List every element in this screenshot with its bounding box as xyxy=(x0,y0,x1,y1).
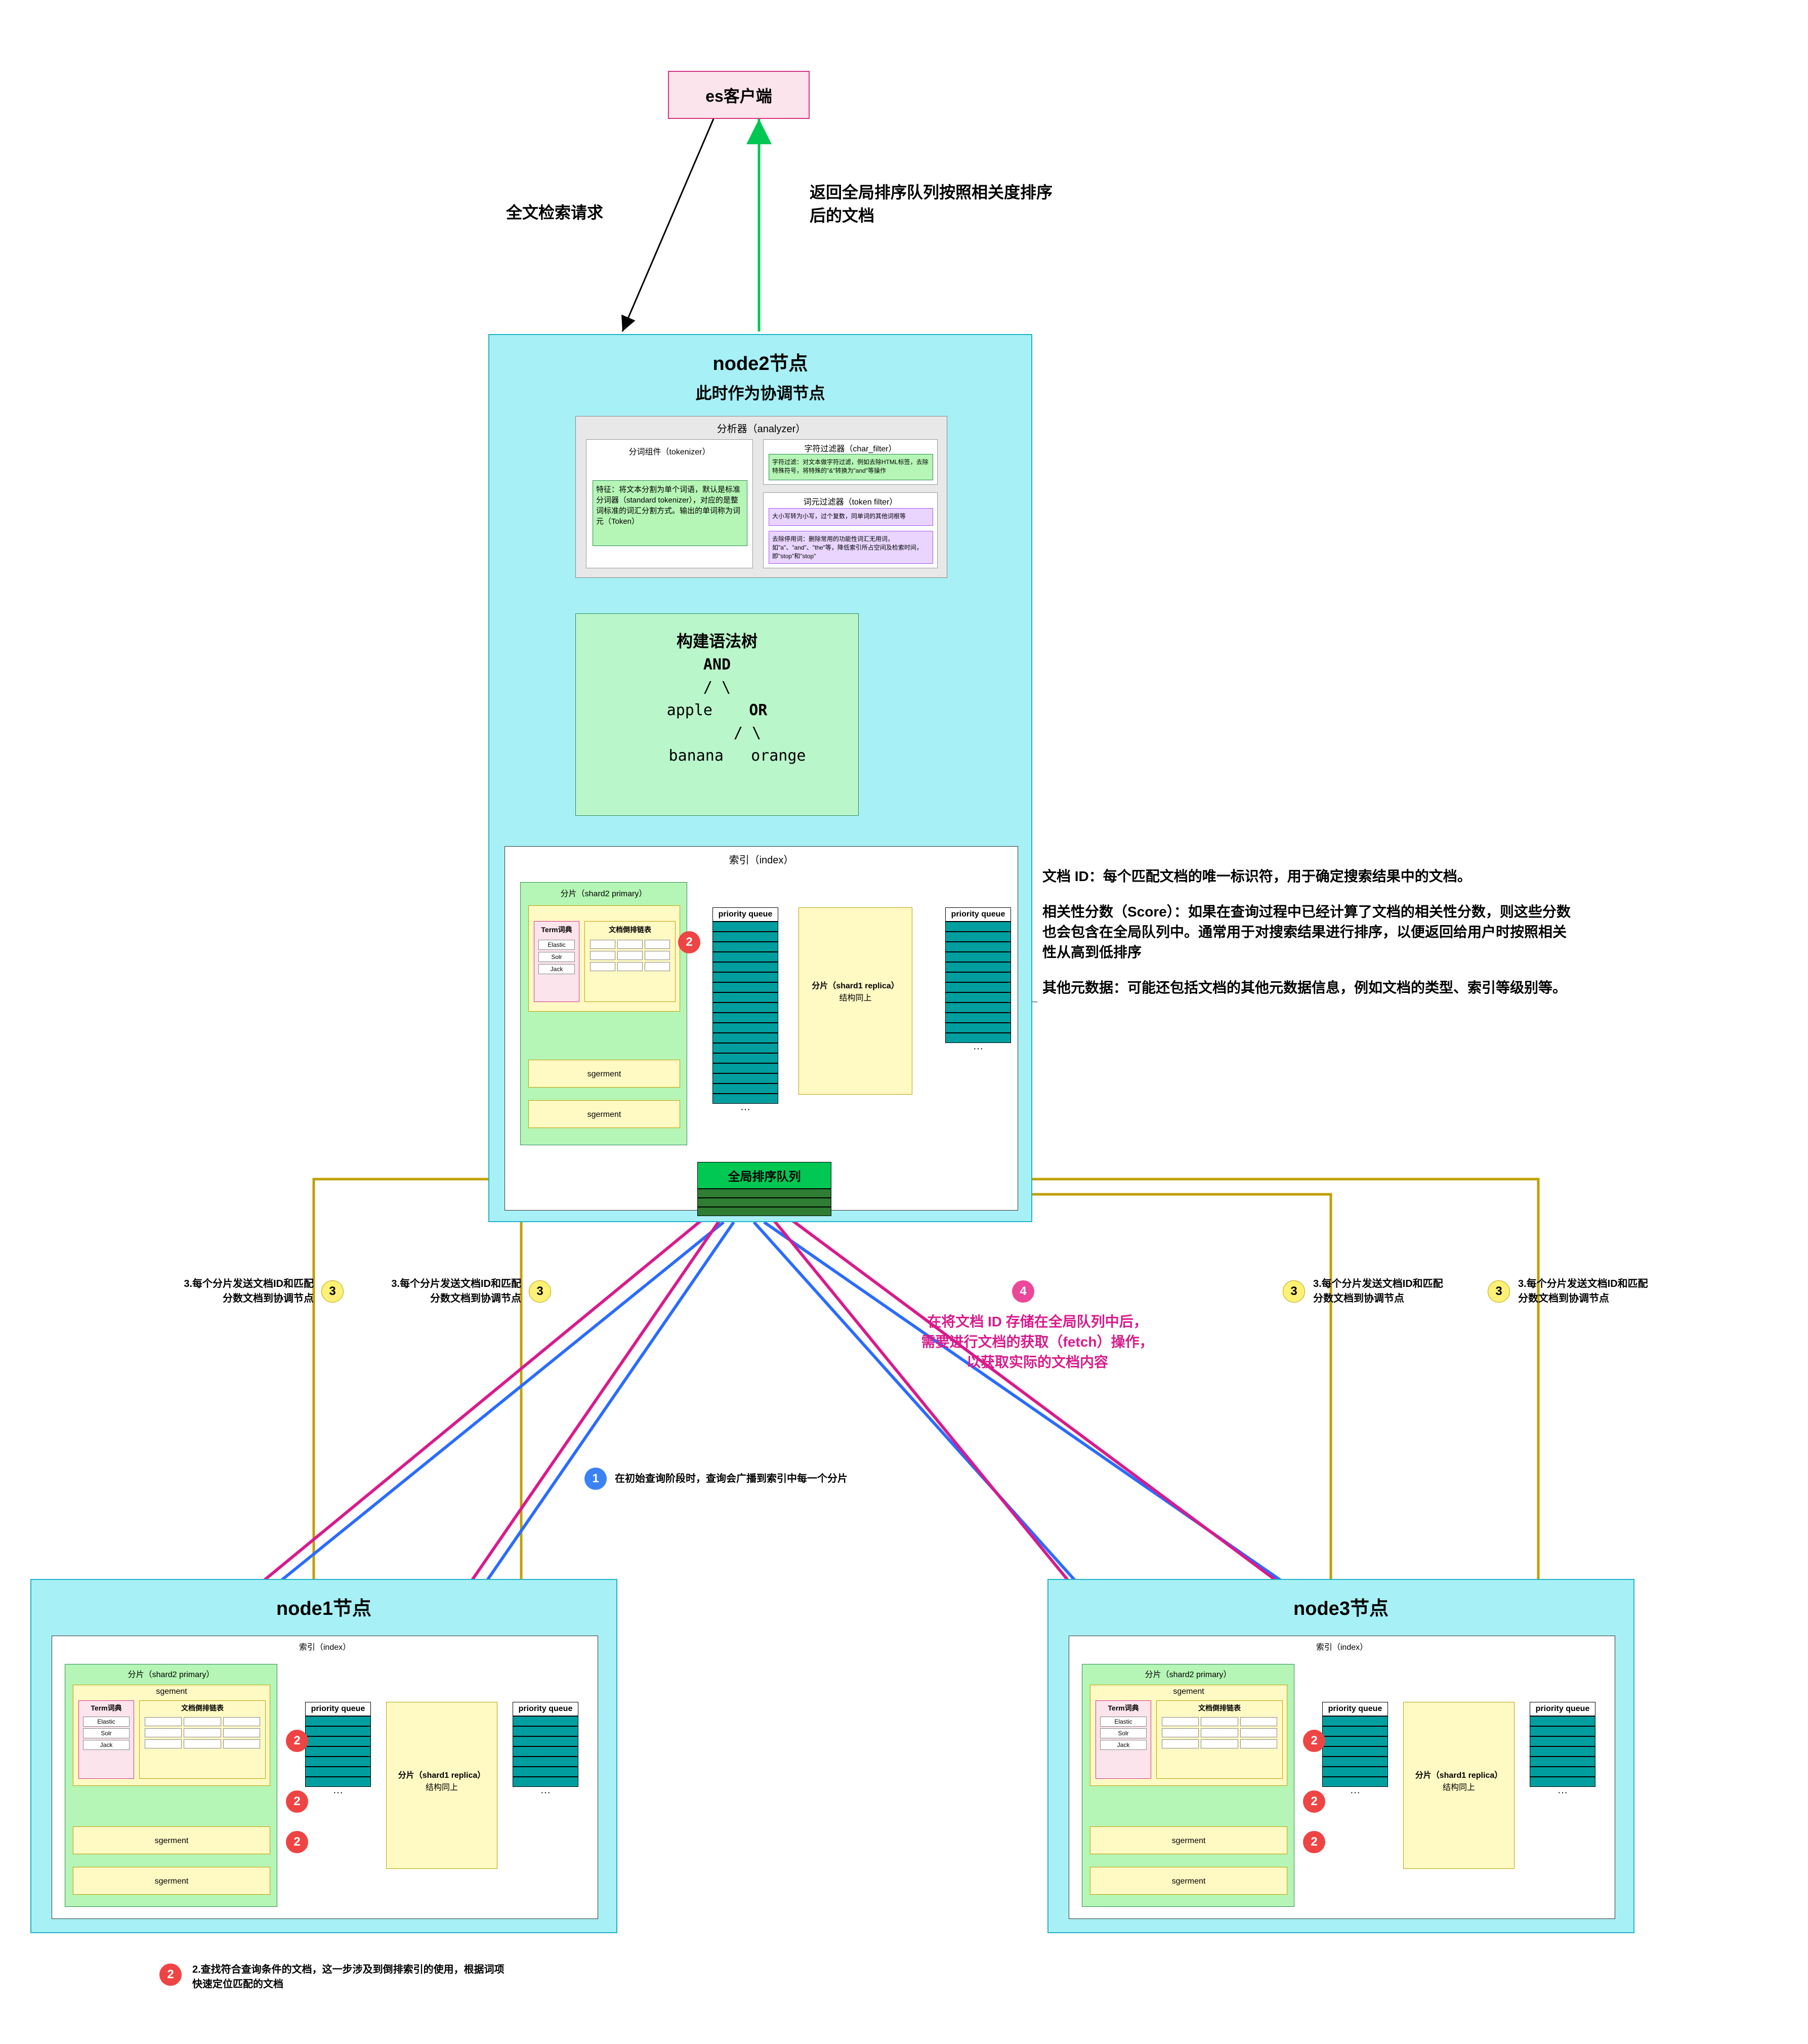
node1-pq1: priority queue ··· xyxy=(305,1702,371,1799)
node1-step2a: 2 xyxy=(286,1730,308,1752)
node2-pq1: priority queue ··· xyxy=(712,907,778,1115)
node3-step2a: 2 xyxy=(1303,1730,1325,1752)
node1-step2b: 2 xyxy=(286,1790,308,1813)
step2-note: 2.查找符合查询条件的文档，这一步涉及到倒排索引的使用，根据词项快速定位匹配的文… xyxy=(192,1961,506,1990)
note-p1: 文档 ID：每个匹配文档的唯一标识符，用于确定搜索结果中的文档。 xyxy=(1042,865,1579,886)
node3-container: node3节点 索引（index） 分片（shard2 primary） sge… xyxy=(1047,1579,1634,1933)
token-filter-box: 词元过滤器（token filter） 大小写转为小写，过个复数，同单词的其他词… xyxy=(763,492,938,568)
global-queue: 全局排序队列 xyxy=(697,1162,831,1216)
char-filter-detail: 字符过滤：对文本做字符过滤，例如去除HTML标签，去除特殊符号，将特殊的"&"转… xyxy=(769,454,933,480)
step-2-node2: 2 xyxy=(678,931,700,953)
node3-replica: 分片（shard1 replica） 结构同上 xyxy=(1403,1702,1515,1869)
step2-note-circle: 2 xyxy=(159,1964,182,1986)
syntax-l5: banana orange xyxy=(576,744,858,767)
token-filter-detail1: 大小写转为小写，过个复数，同单词的其他词根等 xyxy=(769,508,933,526)
node1-replica: 分片（shard1 replica） 结构同上 xyxy=(386,1702,497,1869)
node1-pq2: priority queue ··· xyxy=(513,1702,578,1799)
node1-title: node1节点 xyxy=(31,1580,616,1620)
node1-index-panel: 索引（index） 分片（shard2 primary） sgement Ter… xyxy=(52,1636,598,1919)
arrow-label-response: 返回全局排序队列按照相关度排序后的文档 xyxy=(810,180,1063,226)
step4-text: 在将文档 ID 存储在全局队列中后， 需要进行文档的获取（fetch）操作， 以… xyxy=(810,1311,1265,1371)
node1-container: node1节点 索引（index） 分片（shard2 primary） sge… xyxy=(30,1579,617,1933)
node2-term-dict: Term词典 Elastic Solr Jack xyxy=(534,921,579,1002)
node1-index-label: 索引（index） xyxy=(52,1636,598,1656)
node2-shard2-label: 分片（shard2 primary） xyxy=(521,883,687,903)
tokenizer-box: 分词组件（tokenizer） 特征：将文本分割为单个词语，默认是标准分词器（s… xyxy=(586,439,753,568)
step3-circle-4: 3 xyxy=(1488,1280,1510,1303)
node2-pq2: priority queue ··· xyxy=(945,907,1011,1055)
note-p3: 其他元数据：可能还包括文档的其他元数据信息，例如文档的类型、索引等级别等。 xyxy=(1042,977,1579,997)
step4-circle: 4 xyxy=(1012,1280,1034,1303)
node2-title: node2节点 xyxy=(489,335,1031,376)
node3-index-label: 索引（index） xyxy=(1069,1636,1615,1656)
node3-step2c: 2 xyxy=(1303,1831,1325,1853)
tokenizer-label: 分词组件（tokenizer） xyxy=(586,440,752,462)
step3-circle-2: 3 xyxy=(529,1280,551,1303)
syntax-l3: apple OR xyxy=(576,699,858,722)
char-filter-box: 字符过滤器（char_filter） 字符过滤：对文本做字符过滤，例如去除HTM… xyxy=(763,439,938,485)
node2-posting-list: 文档倒排链表 xyxy=(584,921,676,1002)
node2-subtitle: 此时作为协调节点 xyxy=(489,376,1031,404)
node3-step2b: 2 xyxy=(1303,1790,1325,1813)
node2-container: node2节点 此时作为协调节点 分析器（analyzer） 分词组件（toke… xyxy=(488,334,1032,1222)
node3-pq1: priority queue ··· xyxy=(1322,1702,1388,1799)
token-filter-label: 词元过滤器（token filter） xyxy=(764,493,937,509)
syntax-l1: AND xyxy=(576,653,858,676)
client-label: es客户端 xyxy=(705,84,772,107)
step1-circle: 1 xyxy=(584,1468,607,1490)
client-box: es客户端 xyxy=(668,71,810,119)
node2-replica: 分片（shard1 replica） 结构同上 xyxy=(798,907,912,1095)
node3-shard2: 分片（shard2 primary） sgement Term词典 Elasti… xyxy=(1082,1664,1294,1907)
step3-text-2: 3.每个分片发送文档ID和匹配分数文档到协调节点 xyxy=(385,1275,521,1305)
node2-segment2: sgerment xyxy=(528,1060,680,1088)
syntax-tree-box: 构建语法树 AND / \ apple OR / \ banana orange xyxy=(575,613,859,816)
node3-title: node3节点 xyxy=(1048,1580,1633,1620)
node2-segment3: sgerment xyxy=(528,1100,680,1128)
syntax-title: 构建语法树 xyxy=(576,629,858,653)
node3-index-panel: 索引（index） 分片（shard2 primary） sgement Ter… xyxy=(1069,1636,1615,1919)
node1-shard2: 分片（shard2 primary） sgement Term词典 Elasti… xyxy=(65,1664,277,1907)
analyzer-title: 分析器（analyzer） xyxy=(576,416,947,435)
syntax-l2: / \ xyxy=(576,676,858,699)
node2-index-label: 索引（index） xyxy=(505,847,1018,871)
token-filter-detail2: 去除停用词：删除常用的功能性词汇无用词，如"a"、"and"、"the"等，降低… xyxy=(769,531,933,564)
tokenizer-detail: 特征：将文本分割为单个词语，默认是标准分词器（standard tokenize… xyxy=(593,480,747,546)
note-p2: 相关性分数（Score）：如果在查询过程中已经计算了文档的相关性分数，则这些分数… xyxy=(1042,901,1579,962)
node1-segment1: sgement Term词典 Elastic Solr Jack 文档倒排链表 xyxy=(73,1685,270,1786)
step3-text-1: 3.每个分片发送文档ID和匹配分数文档到协调节点 xyxy=(177,1275,314,1305)
node3-pq2: priority queue ··· xyxy=(1530,1702,1595,1799)
node2-segment1: Term词典 Elastic Solr Jack 文档倒排链表 xyxy=(528,905,680,1012)
arrow-label-request: 全文检索请求 xyxy=(506,200,603,223)
right-note: 文档 ID：每个匹配文档的唯一标识符，用于确定搜索结果中的文档。 相关性分数（S… xyxy=(1042,865,1579,997)
analyzer-panel: 分析器（analyzer） 分词组件（tokenizer） 特征：将文本分割为单… xyxy=(575,416,947,578)
step3-text-3: 3.每个分片发送文档ID和匹配分数文档到协调节点 xyxy=(1313,1275,1450,1305)
node2-shard2: 分片（shard2 primary） Term词典 Elastic Solr J… xyxy=(520,882,687,1145)
step1-text: 在初始查询阶段时，查询会广播到索引中每一个分片 xyxy=(615,1470,969,1485)
step3-circle-3: 3 xyxy=(1283,1280,1305,1303)
step3-circle-1: 3 xyxy=(321,1280,344,1303)
step3-text-4: 3.每个分片发送文档ID和匹配分数文档到协调节点 xyxy=(1518,1275,1655,1305)
node1-step2c: 2 xyxy=(286,1831,308,1853)
node3-segment1: sgement Term词典 Elastic Solr Jack 文档倒排链表 xyxy=(1090,1685,1287,1786)
syntax-l4: / \ xyxy=(576,722,858,744)
node2-index-panel: 索引（index） 分片（shard2 primary） Term词典 Elas… xyxy=(504,846,1018,1211)
